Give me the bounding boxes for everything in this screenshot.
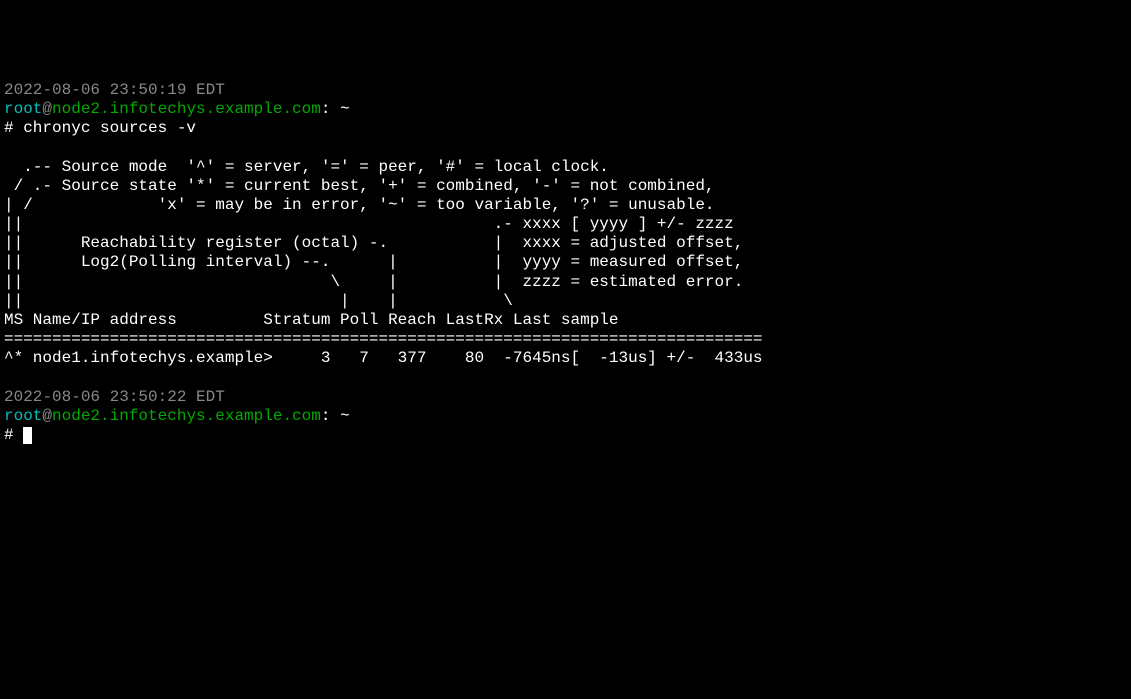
out-legend-5: || Reachability register (octal) -. | xx…: [4, 234, 743, 252]
terminal-output[interactable]: 2022-08-06 23:50:19 EDT root@node2.infot…: [4, 81, 1127, 446]
out-legend-4: || .- xxxx [ yyyy ] +/- zzzz: [4, 215, 734, 233]
user-1: root: [4, 100, 42, 118]
prompt-1: #: [4, 119, 23, 137]
table-row: ^* node1.infotechys.example> 3 7 377 80 …: [4, 349, 763, 367]
table-divider: ========================================…: [4, 330, 763, 348]
out-legend-2: / .- Source state '*' = current best, '+…: [4, 177, 715, 195]
command-1: chronyc sources -v: [23, 119, 196, 137]
timestamp-1: 2022-08-06 23:50:19 EDT: [4, 81, 225, 99]
out-legend-7: || \ | | zzzz = estimated error.: [4, 273, 743, 291]
cursor[interactable]: [23, 427, 32, 444]
user-2: root: [4, 407, 42, 425]
out-legend-3: | / 'x' = may be in error, '~' = too var…: [4, 196, 715, 214]
out-legend-6: || Log2(Polling interval) --. | | yyyy =…: [4, 253, 743, 271]
table-header: MS Name/IP address Stratum Poll Reach La…: [4, 311, 619, 329]
out-legend-8: || | | \: [4, 292, 513, 310]
prompt-2: #: [4, 426, 23, 444]
path-2: : ~: [321, 407, 350, 425]
hostname-1: node2.infotechys.example.com: [52, 100, 321, 118]
at-1: @: [42, 100, 52, 118]
hostname-2: node2.infotechys.example.com: [52, 407, 321, 425]
timestamp-2: 2022-08-06 23:50:22 EDT: [4, 388, 225, 406]
out-legend-1: .-- Source mode '^' = server, '=' = peer…: [4, 158, 609, 176]
at-2: @: [42, 407, 52, 425]
path-1: : ~: [321, 100, 350, 118]
